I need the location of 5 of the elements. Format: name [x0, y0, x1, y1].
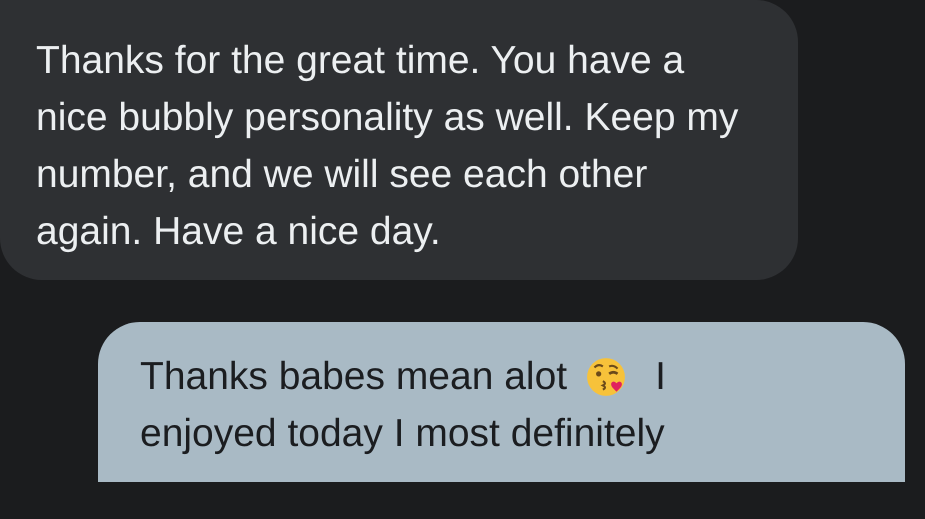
- message-text: I: [655, 354, 666, 400]
- message-text: Thanks for the great time. You have a nice bubbly personality as well. Keep my number, and we will see each other again. Have a nice day.: [36, 38, 740, 255]
- kissing-face-icon: [585, 356, 628, 398]
- message-text: Thanks babes mean alot: [140, 354, 568, 400]
- message-text: enjoyed today I most definitely: [140, 411, 665, 457]
